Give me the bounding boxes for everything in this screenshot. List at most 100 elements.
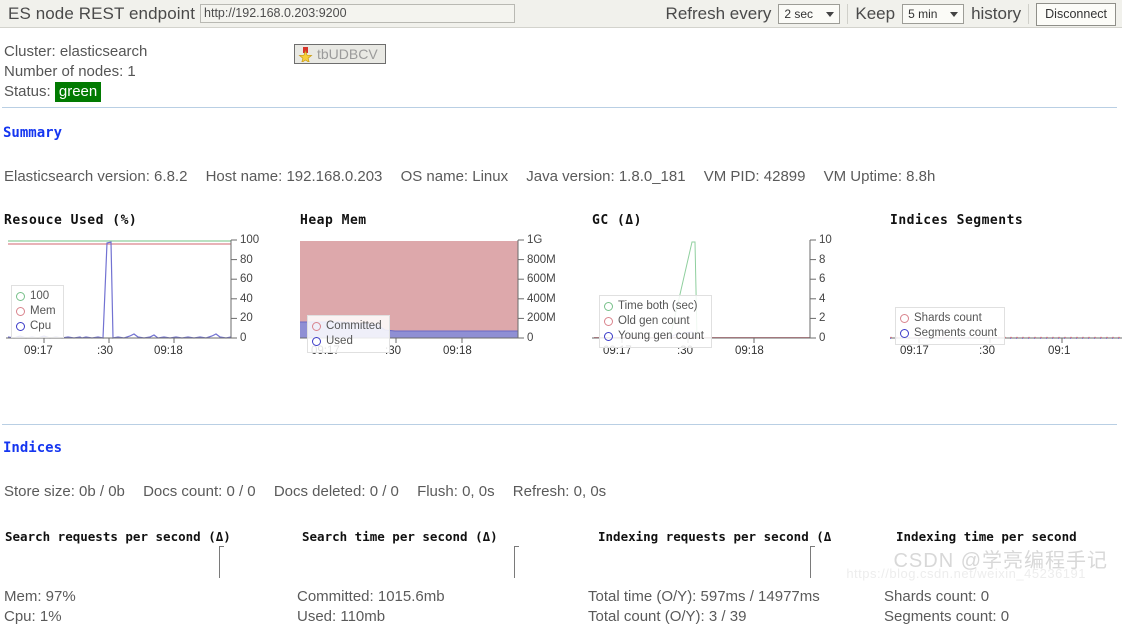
y-tick-label: 1G [527, 234, 543, 246]
top-toolbar: ES node REST endpoint Refresh every 2 se… [0, 0, 1122, 28]
chart-title-indexing-time: Indexing time per second [896, 529, 1077, 544]
y-tick-label: 10 [819, 234, 832, 246]
endpoint-input[interactable] [200, 4, 516, 23]
endpoint-label: ES node REST endpoint [8, 3, 196, 23]
summary-stats: Elasticsearch version: 6.8.2 Host name: … [4, 168, 949, 185]
toolbar-divider-1 [847, 4, 849, 24]
legend-label: Young gen count [618, 330, 704, 342]
chart-footer-line-2: Total count (O/Y): 3 / 39 [588, 608, 747, 625]
status-label: Status: [4, 83, 51, 100]
cluster-info: Cluster: elasticsearch Number of nodes: … [4, 42, 147, 102]
status-badge: green [54, 82, 102, 102]
legend-label: Old gen count [618, 315, 690, 327]
chevron-down-icon [826, 12, 835, 17]
divider-top [2, 107, 1117, 108]
chevron-down-icon [950, 12, 959, 17]
y-tick-label: 600M [527, 273, 556, 285]
chart-title-search-time: Search time per second (Δ) [302, 529, 498, 544]
cluster-name-line: Cluster: elasticsearch [4, 43, 148, 60]
y-tick-label: 20 [240, 312, 253, 324]
chart-panel-gc: GC (Δ) 0 2 4 6 8 10 09:17:30 09:18 Time… [588, 213, 877, 625]
node-count-line: Number of nodes: 1 [4, 63, 136, 80]
indices-stat: Flush: 0, 0s [417, 483, 495, 500]
chart-footer-line-2: Segments count: 0 [884, 608, 1010, 625]
indices-heading: Indices [3, 440, 63, 456]
chart-axis-cap [810, 546, 815, 547]
legend-marker-icon [16, 292, 25, 301]
legend-marker-icon [604, 332, 613, 341]
legend-marker-icon [900, 329, 909, 338]
medal-star-icon [298, 46, 313, 62]
legend-label: Mem [30, 305, 56, 317]
indices-stat: Docs deleted: 0 / 0 [273, 483, 399, 500]
x-tick-label: :30 [979, 345, 995, 357]
legend-label: Shards count [914, 312, 982, 324]
legend-label: Used [326, 335, 353, 347]
y-tick-label: 100 [240, 234, 260, 246]
legend-label: Time both (sec) [618, 300, 698, 312]
chart-panel-indices-segments: Indices Segments 09:17 :30 09:1 Shards c… [884, 213, 1122, 625]
chart-axis-cap [219, 546, 224, 547]
legend-marker-icon [312, 322, 321, 331]
indices-stat: Refresh: 0, 0s [512, 483, 607, 500]
summary-stat: VM Uptime: 8.8h [823, 168, 936, 185]
legend-label: Segments count [914, 327, 998, 339]
chart-axis-indexing-requests [810, 546, 811, 578]
toolbar-right-controls: Refresh every 2 sec Keep 5 min history D… [666, 0, 1116, 28]
chart-panel-resource-used: Resouce Used (%) 0 20 40 60 80 100 09:17… [4, 213, 289, 625]
disconnect-button[interactable]: Disconnect [1036, 2, 1116, 26]
chart-plot-area: 0 200M 400M 600M 800M 1G 09:17 :30 09:18… [300, 234, 585, 357]
watermark-url: https://blog.csdn.net/weixin_45236191 [846, 566, 1086, 581]
node-badge-label: tbUDBCV [317, 46, 378, 62]
legend-label: Committed [326, 320, 382, 332]
y-tick-label: 8 [819, 254, 826, 266]
indices-stat: Store size: 0b / 0b [4, 483, 125, 500]
x-tick-label: 09:18 [443, 345, 472, 357]
legend-item: Segments count [900, 326, 997, 341]
chart-legend: 100 Mem Cpu [11, 285, 64, 338]
summary-stat: OS name: Linux [400, 168, 509, 185]
chart-legend: Time both (sec) Old gen count Young gen … [599, 295, 712, 348]
chart-legend: Shards count Segments count [895, 307, 1006, 345]
legend-item: Shards count [900, 311, 997, 326]
y-tick-label: 0 [240, 332, 247, 344]
refresh-interval-select[interactable]: 2 sec [778, 4, 841, 24]
cluster-status-line: Status: green [4, 82, 147, 102]
legend-label: 100 [30, 290, 50, 302]
chart-footer-line-2: Used: 110mb [297, 608, 386, 625]
summary-stat: Elasticsearch version: 6.8.2 [4, 168, 188, 185]
x-tick-label: 09:18 [735, 345, 764, 357]
divider-middle [2, 424, 1117, 425]
legend-item: Cpu [16, 319, 56, 334]
chart-plot-area: 09:17 :30 09:1 Shards count Segments cou… [890, 237, 1122, 357]
legend-marker-icon [604, 302, 613, 311]
chart-title: Resouce Used (%) [4, 213, 138, 228]
y-tick-label: 2 [819, 312, 826, 324]
refresh-interval-value: 2 sec [784, 7, 814, 21]
keep-history-select[interactable]: 5 min [902, 4, 965, 24]
chart-panel-heap-mem: Heap Mem 0 200M 400M 600M 800M 1G:30 09… [297, 213, 585, 625]
legend-item: 100 [16, 289, 56, 304]
keep-history-value: 5 min [908, 7, 938, 21]
legend-item: Young gen count [604, 329, 704, 344]
x-tick-label: :30 [97, 345, 113, 357]
y-tick-label: 200M [527, 312, 556, 324]
keep-label: Keep [855, 4, 896, 23]
chart-title: Indices Segments [890, 213, 1024, 228]
summary-heading: Summary [3, 125, 63, 141]
summary-stat: Host name: 192.168.0.203 [205, 168, 383, 185]
toolbar-divider-2 [1028, 4, 1030, 24]
y-tick-label: 40 [240, 293, 253, 305]
legend-label: Cpu [30, 320, 52, 332]
node-badge-tbudbcv[interactable]: tbUDBCV [294, 44, 386, 64]
y-tick-label: 6 [819, 273, 826, 285]
chart-footer-line-2: Cpu: 1% [4, 608, 62, 625]
legend-marker-icon [16, 307, 25, 316]
chart-title: GC (Δ) [592, 213, 642, 228]
y-tick-label: 800M [527, 254, 556, 266]
chart-title-indexing-requests: Indexing requests per second (Δ [598, 529, 832, 544]
indices-stats: Store size: 0b / 0b Docs count: 0 / 0 Do… [4, 483, 620, 500]
chart-axis-cap [514, 546, 519, 547]
chart-footer-line-1: Shards count: 0 [884, 588, 990, 605]
chart-title-search-requests: Search requests per second (Δ) [5, 529, 231, 544]
